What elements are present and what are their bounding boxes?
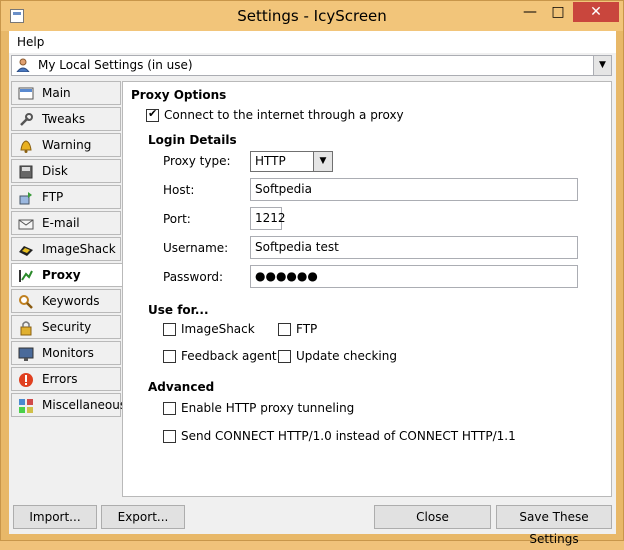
wrench-icon: [20, 113, 33, 126]
close-window-button[interactable]: ✕: [573, 2, 619, 22]
proxy-type-value: HTTP: [255, 154, 286, 168]
save-settings-button[interactable]: Save These Settings: [496, 505, 612, 546]
host-label: Host:: [163, 183, 195, 197]
advanced-heading: Advanced: [148, 380, 215, 394]
import-button[interactable]: Import...: [13, 505, 97, 529]
imageshack-checkbox[interactable]: [163, 323, 176, 336]
host-value: Softpedia: [255, 182, 312, 196]
connect-http10-label: Send CONNECT HTTP/1.0 instead of CONNECT…: [181, 429, 516, 443]
tab-label: ImageShack: [42, 242, 116, 256]
tab-label: Keywords: [42, 294, 100, 308]
password-value: ●●●●●●: [255, 269, 318, 283]
tab-proxy[interactable]: Proxy: [11, 263, 125, 287]
menu-bar: Help: [9, 31, 616, 53]
tab-monitors[interactable]: Monitors: [11, 341, 121, 365]
proxy-icon: [19, 270, 33, 282]
lock-icon: [20, 321, 32, 336]
login-details-heading: Login Details: [148, 133, 237, 147]
ftp-checkbox[interactable]: [278, 323, 291, 336]
tab-security[interactable]: Security: [11, 315, 121, 339]
connect-http10-checkbox[interactable]: [163, 430, 176, 443]
password-input[interactable]: ●●●●●●: [250, 265, 578, 288]
use-for-heading: Use for...: [148, 303, 209, 317]
port-value: 1212: [255, 211, 286, 225]
title-bar: Settings - IcyScreen — □ ✕: [1, 1, 623, 31]
proxy-panel: Proxy Options Connect to the internet th…: [122, 81, 612, 497]
host-input[interactable]: Softpedia: [250, 178, 578, 201]
tab-label: Miscellaneous: [42, 398, 127, 412]
proxy-type-label: Proxy type:: [163, 154, 231, 168]
settings-window: Settings - IcyScreen — □ ✕ Help My Local…: [0, 0, 624, 546]
chevron-down-icon: ▼: [313, 152, 332, 171]
tab-main[interactable]: Main: [11, 81, 121, 105]
close-label: Close: [416, 510, 449, 524]
chevron-down-icon[interactable]: ▼: [593, 56, 611, 75]
export-button[interactable]: Export...: [101, 505, 185, 529]
tab-label: FTP: [42, 190, 64, 204]
maximize-button[interactable]: □: [545, 2, 571, 22]
username-label: Username:: [163, 241, 229, 255]
email-icon: [18, 219, 34, 230]
update-checking-label: Update checking: [296, 349, 397, 363]
profile-value: My Local Settings (in use): [38, 58, 193, 72]
tab-keywords[interactable]: Keywords: [11, 289, 121, 313]
tab-disk[interactable]: Disk: [11, 159, 121, 183]
export-label: Export...: [117, 510, 169, 524]
username-input[interactable]: Softpedia test: [250, 236, 578, 259]
feedback-agent-label: Feedback agent: [181, 349, 277, 363]
tab-label: E-mail: [42, 216, 80, 230]
tab-label: Errors: [42, 372, 78, 386]
magnifier-icon: [19, 295, 33, 309]
proxy-type-select[interactable]: HTTP ▼: [250, 151, 333, 172]
connect-proxy-label: Connect to the internet through a proxy: [164, 108, 404, 122]
tab-miscellaneous[interactable]: Miscellaneous: [11, 393, 126, 417]
user-icon: [16, 58, 30, 72]
ftp-label: FTP: [296, 322, 318, 336]
feedback-agent-checkbox[interactable]: [163, 350, 176, 363]
menu-help-label: Help: [17, 35, 45, 49]
tab-label: Warning: [42, 138, 92, 152]
tab-label: Proxy: [42, 268, 81, 282]
tab-email[interactable]: E-mail: [11, 211, 121, 235]
tab-ftp[interactable]: FTP: [11, 185, 121, 209]
username-value: Softpedia test: [255, 240, 339, 254]
misc-icon: [19, 399, 33, 413]
bell-icon: [20, 140, 32, 153]
http-tunneling-checkbox[interactable]: [163, 402, 176, 415]
error-icon: [19, 373, 33, 387]
tab-errors[interactable]: Errors: [11, 367, 121, 391]
ftp-icon: [19, 192, 32, 205]
close-button[interactable]: Close: [374, 505, 491, 529]
main-icon: [18, 87, 34, 100]
http-tunneling-label: Enable HTTP proxy tunneling: [181, 401, 355, 415]
profile-select[interactable]: My Local Settings (in use) ▼: [11, 55, 612, 76]
monitor-icon: [18, 347, 34, 361]
tab-imageshack[interactable]: ImageShack: [11, 237, 121, 261]
client-area: Help My Local Settings (in use) ▼ Main T…: [9, 31, 616, 546]
tab-label: Main: [42, 86, 71, 100]
tab-label: Tweaks: [42, 112, 86, 126]
disk-icon: [19, 165, 33, 179]
tab-tweaks[interactable]: Tweaks: [11, 107, 121, 131]
password-label: Password:: [163, 270, 224, 284]
port-input[interactable]: 1212: [250, 207, 286, 230]
tab-label: Security: [42, 320, 92, 334]
tab-warning[interactable]: Warning: [11, 133, 121, 157]
tab-label: Disk: [42, 164, 68, 178]
minimize-button[interactable]: —: [517, 2, 543, 22]
connect-proxy-checkbox[interactable]: [146, 107, 159, 122]
imageshack-icon: [19, 246, 33, 256]
imageshack-label: ImageShack: [181, 322, 255, 336]
update-checking-checkbox[interactable]: [278, 350, 291, 363]
import-label: Import...: [29, 510, 81, 524]
port-label: Port:: [163, 212, 191, 226]
proxy-options-heading: Proxy Options: [131, 88, 227, 102]
menu-help[interactable]: Help: [17, 35, 44, 49]
tab-label: Monitors: [42, 346, 94, 360]
